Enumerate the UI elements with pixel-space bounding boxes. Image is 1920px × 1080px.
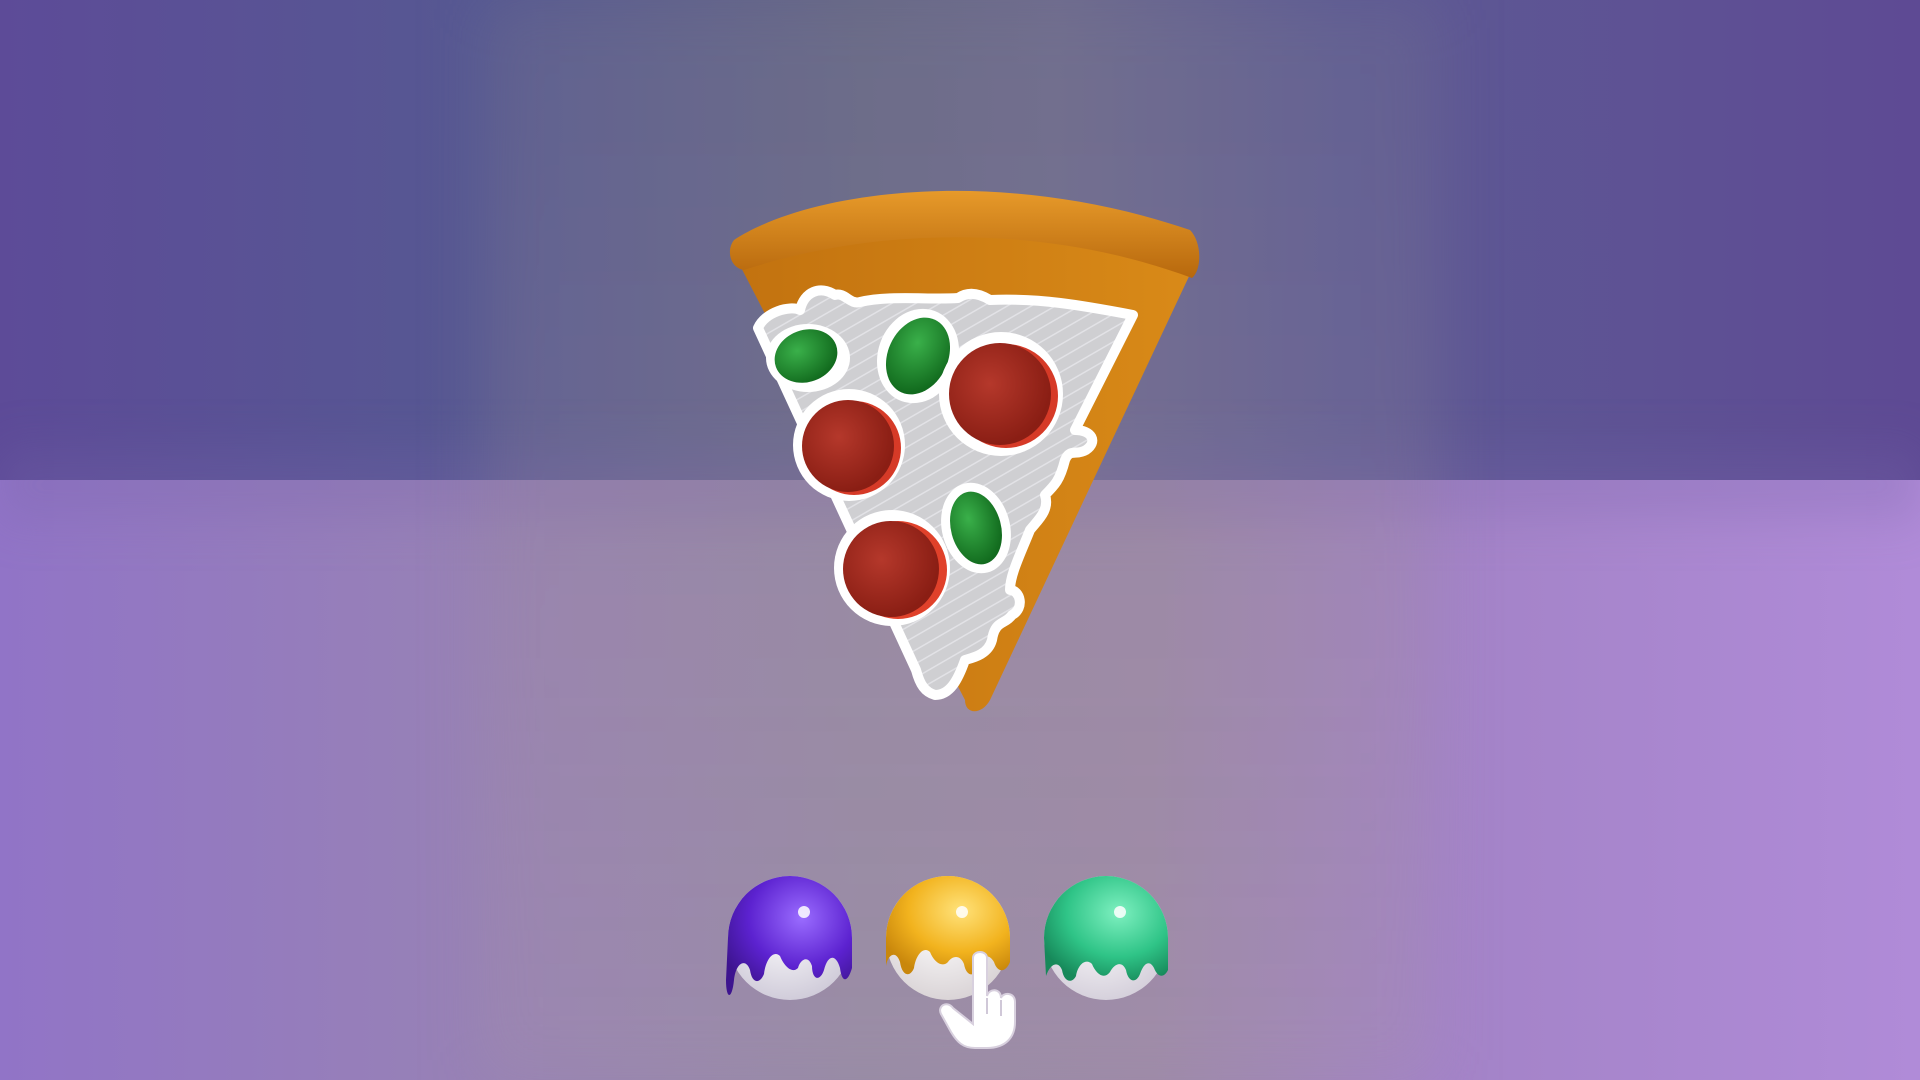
color-palette [720,850,1200,1049]
green-paint-ball[interactable] [1036,850,1176,1010]
topping-pepperoni [834,510,950,626]
pizza-slice[interactable] [720,180,1220,720]
pointing-hand-icon [939,951,1016,1049]
purple-paint-ball[interactable] [720,850,860,1010]
topping-pepperoni [793,389,905,501]
topping-pepperoni [939,332,1063,456]
game-scene [0,0,1920,1080]
